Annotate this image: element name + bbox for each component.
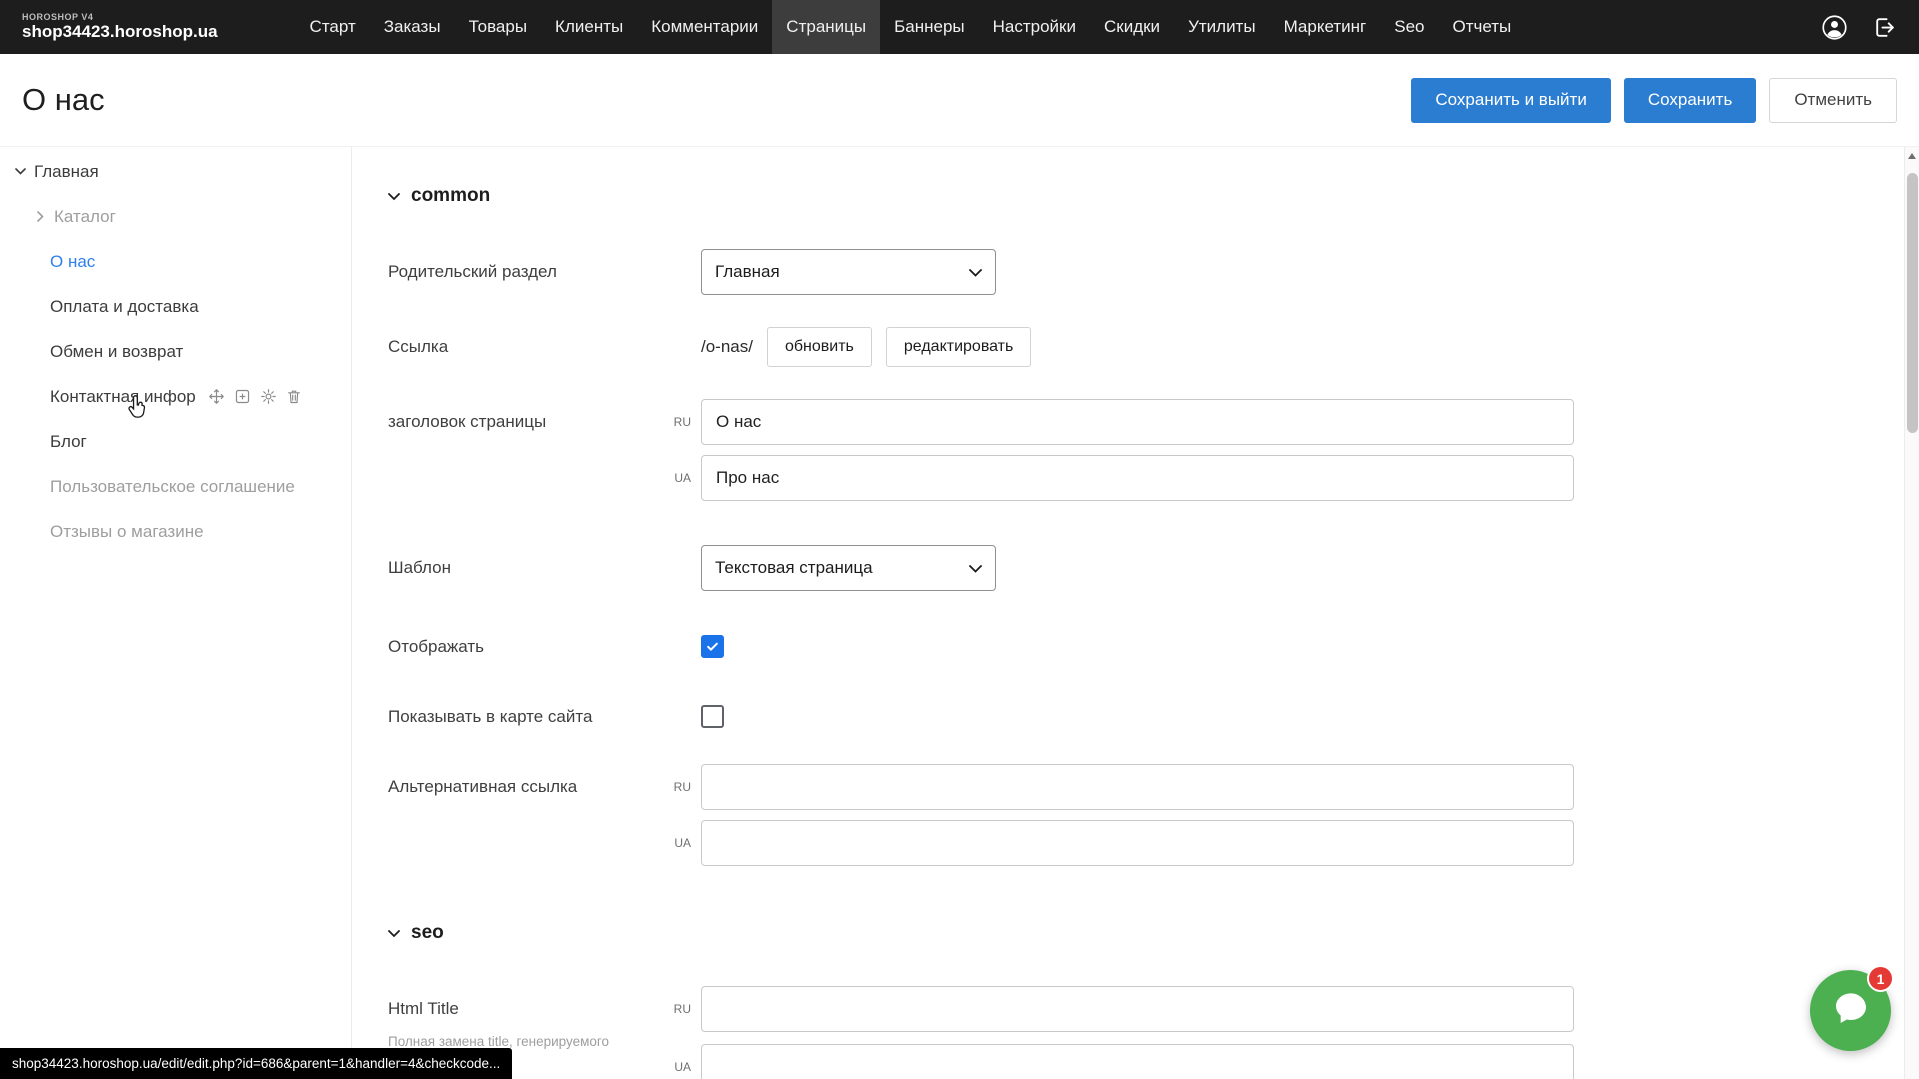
link-label: Ссылка bbox=[388, 327, 701, 367]
brand-domain: shop34423.horoshop.ua bbox=[22, 22, 218, 42]
alt-link-label: Альтернативная ссылка bbox=[388, 764, 701, 810]
vertical-scrollbar[interactable] bbox=[1904, 147, 1919, 1079]
tree-item-label: Отзывы о магазине bbox=[50, 522, 204, 542]
cancel-button[interactable]: Отменить bbox=[1769, 78, 1897, 123]
save-button[interactable]: Сохранить bbox=[1624, 78, 1756, 123]
nav-seo[interactable]: Seo bbox=[1380, 0, 1438, 54]
display-checkbox[interactable] bbox=[701, 635, 724, 658]
nav-start[interactable]: Старт bbox=[296, 0, 370, 54]
sidebar-item-katalog[interactable]: Каталог bbox=[0, 194, 351, 239]
section-common-toggle[interactable]: common bbox=[388, 185, 1919, 207]
html-title-label: Html Title bbox=[388, 986, 701, 1032]
sidebar-item-blog[interactable]: Блог bbox=[0, 419, 351, 464]
tree-item-label: Пользовательское соглашение bbox=[50, 477, 295, 497]
scroll-up-arrow[interactable] bbox=[1905, 147, 1919, 164]
move-icon[interactable] bbox=[208, 388, 225, 405]
link-edit-button[interactable]: редактировать bbox=[886, 327, 1031, 367]
sidebar-item-o-nas[interactable]: О нас bbox=[0, 239, 351, 284]
sidebar-item-oplata[interactable]: Оплата и доставка bbox=[0, 284, 351, 329]
settings-icon[interactable] bbox=[260, 388, 277, 405]
section-seo-toggle[interactable]: seo bbox=[388, 922, 1919, 944]
sidebar-item-otzyvy[interactable]: Отзывы о магазине bbox=[0, 509, 351, 554]
nav-nastroyki[interactable]: Настройки bbox=[979, 0, 1090, 54]
nav-otchety[interactable]: Отчеты bbox=[1438, 0, 1525, 54]
page-title-field-label: заголовок страницы bbox=[388, 399, 701, 445]
page-edit-form: common Родительский раздел Главная Ссылк… bbox=[352, 147, 1919, 1079]
chat-widget-button[interactable]: 1 bbox=[1810, 970, 1891, 1051]
account-icon[interactable] bbox=[1821, 14, 1848, 41]
sidebar-item-glavnaya[interactable]: Главная bbox=[0, 149, 351, 194]
tree-item-label: Обмен и возврат bbox=[50, 342, 183, 362]
chevron-down-icon bbox=[969, 262, 982, 282]
page-title-ru-input[interactable] bbox=[701, 399, 1574, 445]
alt-link-ru-input[interactable] bbox=[701, 764, 1574, 810]
nav-zakazy[interactable]: Заказы bbox=[370, 0, 455, 54]
add-page-icon[interactable] bbox=[234, 388, 251, 405]
sidebar-item-kontaktnaya[interactable]: Контактная инфор bbox=[0, 374, 351, 419]
chat-unread-badge: 1 bbox=[1867, 965, 1894, 992]
link-path-value: /o-nas/ bbox=[701, 337, 753, 357]
page-title: О нас bbox=[22, 82, 105, 118]
lang-ru-label: RU bbox=[661, 415, 691, 429]
nav-tovary[interactable]: Товары bbox=[455, 0, 541, 54]
alt-link-ua-input[interactable] bbox=[701, 820, 1574, 866]
top-navigation: Старт Заказы Товары Клиенты Комментарии … bbox=[296, 0, 1526, 54]
chevron-down-icon bbox=[388, 922, 400, 944]
topbar: HOROSHOP V4 shop34423.horoshop.ua Старт … bbox=[0, 0, 1919, 54]
chevron-down-icon bbox=[10, 168, 30, 175]
status-url-tooltip: shop34423.horoshop.ua/edit/edit.php?id=6… bbox=[0, 1048, 512, 1079]
tree-item-label: Оплата и доставка bbox=[50, 297, 199, 317]
sidebar-item-polzovatelskoe[interactable]: Пользовательское соглашение bbox=[0, 464, 351, 509]
nav-kommentarii[interactable]: Комментарии bbox=[637, 0, 772, 54]
select-value: Главная bbox=[715, 262, 780, 282]
section-title: common bbox=[411, 185, 490, 207]
parent-section-select[interactable]: Главная bbox=[701, 249, 996, 295]
chat-bubble-icon bbox=[1831, 988, 1871, 1033]
tree-item-label: О нас bbox=[50, 252, 95, 272]
pages-tree-sidebar: Главная Каталог О нас Оплата и доставка … bbox=[0, 147, 352, 1079]
nav-klienty[interactable]: Клиенты bbox=[541, 0, 637, 54]
template-select[interactable]: Текстовая страница bbox=[701, 545, 996, 591]
logout-icon[interactable] bbox=[1872, 15, 1897, 40]
link-update-button[interactable]: обновить bbox=[767, 327, 872, 367]
select-value: Текстовая страница bbox=[715, 558, 873, 578]
html-title-ua-input[interactable] bbox=[701, 1044, 1574, 1079]
sidebar-item-obmen[interactable]: Обмен и возврат bbox=[0, 329, 351, 374]
lang-ru-label: RU bbox=[661, 780, 691, 794]
sitemap-checkbox[interactable] bbox=[701, 705, 724, 728]
nav-skidki[interactable]: Скидки bbox=[1090, 0, 1174, 54]
chevron-down-icon bbox=[388, 185, 400, 207]
nav-bannery[interactable]: Баннеры bbox=[880, 0, 979, 54]
tree-item-label: Каталог bbox=[54, 207, 116, 227]
tree-item-label: Блог bbox=[50, 432, 87, 452]
delete-icon[interactable] bbox=[286, 388, 302, 405]
scrollbar-thumb[interactable] bbox=[1907, 173, 1918, 433]
template-label: Шаблон bbox=[388, 545, 701, 591]
nav-marketing[interactable]: Маркетинг bbox=[1270, 0, 1381, 54]
save-exit-button[interactable]: Сохранить и выйти bbox=[1411, 78, 1610, 123]
chevron-down-icon bbox=[969, 558, 982, 578]
nav-stranitsy[interactable]: Страницы bbox=[772, 0, 880, 54]
nav-utility[interactable]: Утилиты bbox=[1174, 0, 1270, 54]
lang-ua-label: UA bbox=[661, 836, 691, 850]
section-title: seo bbox=[411, 922, 444, 944]
display-label: Отображать bbox=[388, 635, 701, 658]
lang-ru-label: RU bbox=[661, 1002, 691, 1016]
sitemap-label: Показывать в карте сайта bbox=[388, 705, 701, 728]
page-header: О нас Сохранить и выйти Сохранить Отмени… bbox=[0, 54, 1919, 147]
tree-item-label: Главная bbox=[34, 162, 99, 182]
brand[interactable]: HOROSHOP V4 shop34423.horoshop.ua bbox=[22, 12, 218, 42]
chevron-right-icon bbox=[30, 211, 50, 222]
lang-ua-label: UA bbox=[661, 471, 691, 485]
brand-version: HOROSHOP V4 bbox=[22, 12, 218, 22]
html-title-ru-input[interactable] bbox=[701, 986, 1574, 1032]
tree-item-label: Контактная инфор bbox=[50, 387, 196, 407]
lang-ua-label: UA bbox=[661, 1060, 691, 1074]
page-title-ua-input[interactable] bbox=[701, 455, 1574, 501]
parent-section-label: Родительский раздел bbox=[388, 249, 701, 295]
